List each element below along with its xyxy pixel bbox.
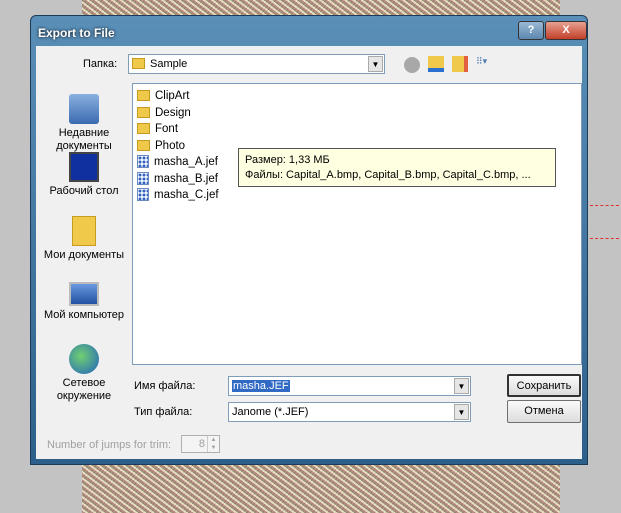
filetype-select[interactable]: Janome (*.JEF) ▼ bbox=[228, 402, 471, 422]
filename-label: Имя файла: bbox=[134, 380, 196, 392]
jumps-spinner[interactable]: 8 ▲ ▼ bbox=[181, 435, 220, 453]
item-name: ClipArt bbox=[155, 90, 190, 102]
network-globe-icon bbox=[69, 344, 99, 374]
cancel-button[interactable]: Отмена bbox=[507, 400, 581, 423]
export-dialog: Export to File ? X Папка: Sample ▼ ⠿▾ Не… bbox=[30, 15, 588, 465]
item-name: masha_C.jef bbox=[154, 189, 219, 201]
list-item[interactable]: ClipArt bbox=[137, 88, 577, 105]
folder-icon bbox=[137, 90, 150, 101]
place-label: Недавние документы bbox=[56, 127, 112, 152]
item-name: Photo bbox=[155, 139, 186, 152]
chevron-down-icon[interactable]: ▼ bbox=[454, 404, 469, 420]
item-name: masha_B.jef bbox=[154, 172, 218, 185]
dialog-body: Папка: Sample ▼ ⠿▾ Недавние документы Ра… bbox=[36, 46, 582, 459]
place-label: Рабочий стол bbox=[49, 185, 119, 197]
place-recent[interactable]: Недавние документы bbox=[36, 94, 132, 153]
guide-line bbox=[590, 205, 621, 206]
folder-label: Папка: bbox=[83, 58, 118, 70]
recent-documents-icon bbox=[69, 94, 99, 124]
guide-line bbox=[590, 238, 621, 239]
jef-file-icon bbox=[137, 188, 149, 201]
help-button[interactable]: ? bbox=[518, 21, 544, 40]
list-item[interactable]: Font bbox=[137, 121, 577, 138]
jef-file-icon bbox=[137, 171, 149, 185]
folder-value: Sample bbox=[150, 58, 188, 70]
list-item[interactable]: Design bbox=[137, 105, 577, 122]
place-desktop[interactable]: Рабочий стол bbox=[36, 152, 132, 198]
place-my-computer[interactable]: Мой компьютер bbox=[36, 282, 132, 322]
item-name: masha_A.jef bbox=[154, 156, 218, 168]
chevron-down-icon[interactable]: ▼ bbox=[368, 56, 383, 72]
filename-input[interactable]: masha.JEF ▼ bbox=[228, 376, 471, 396]
item-name: Design bbox=[155, 106, 191, 119]
tooltip-size: Размер: 1,33 МБ bbox=[245, 154, 330, 166]
save-button[interactable]: Сохранить bbox=[507, 374, 581, 397]
folder-icon bbox=[137, 123, 150, 134]
item-name: Font bbox=[155, 123, 179, 135]
close-button[interactable]: X bbox=[545, 21, 587, 40]
folder-tooltip: Размер: 1,33 МБ Файлы: Capital_A.bmp, Ca… bbox=[238, 148, 556, 187]
place-network[interactable]: Сетевое окружение bbox=[36, 344, 132, 403]
place-label: Мои документы bbox=[43, 249, 125, 261]
folder-icon bbox=[137, 139, 150, 151]
folder-icon bbox=[132, 58, 145, 69]
jumps-value: 8 bbox=[198, 438, 205, 450]
filetype-value: Janome (*.JEF) bbox=[232, 406, 309, 418]
filename-value: masha.JEF bbox=[232, 380, 290, 392]
dialog-title: Export to File bbox=[38, 26, 115, 40]
jef-file-icon bbox=[137, 155, 149, 168]
up-folder-icon[interactable] bbox=[428, 56, 444, 72]
place-label: Мой компьютер bbox=[43, 309, 125, 321]
spin-arrows-icon[interactable]: ▲ ▼ bbox=[207, 436, 219, 452]
desktop-icon bbox=[69, 152, 99, 182]
place-my-documents[interactable]: Мои документы bbox=[36, 216, 132, 262]
file-list[interactable]: ClipArt Design Font Photo masha_A.jef ma… bbox=[132, 83, 582, 365]
back-icon[interactable] bbox=[404, 57, 420, 73]
folder-combo[interactable]: Sample ▼ bbox=[128, 54, 385, 74]
place-label: Сетевое окружение bbox=[56, 377, 112, 402]
view-menu-icon[interactable]: ⠿▾ bbox=[476, 56, 500, 70]
chevron-down-icon[interactable]: ▼ bbox=[454, 378, 469, 394]
my-computer-icon bbox=[69, 282, 99, 306]
folder-icon bbox=[137, 106, 150, 118]
jumps-label: Number of jumps for trim: bbox=[47, 439, 172, 451]
filetype-label: Тип файла: bbox=[134, 406, 193, 418]
list-item[interactable]: masha_C.jef bbox=[137, 187, 577, 204]
places-bar: Недавние документы Рабочий стол Мои доку… bbox=[36, 82, 132, 412]
new-folder-icon[interactable] bbox=[452, 56, 468, 72]
my-documents-icon bbox=[72, 216, 96, 246]
tooltip-files: Файлы: Capital_A.bmp, Capital_B.bmp, Cap… bbox=[245, 169, 531, 181]
